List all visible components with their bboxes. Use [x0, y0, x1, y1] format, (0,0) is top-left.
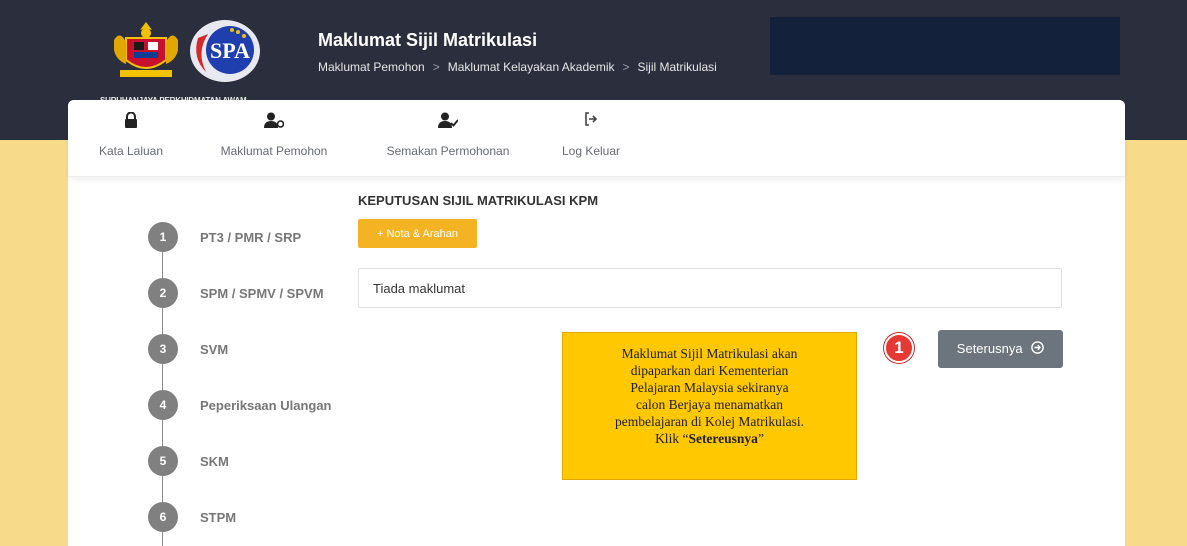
note-line: dipaparkan dari Kementerian [630, 363, 789, 378]
breadcrumb-item: Sijil Matrikulasi [637, 60, 717, 74]
breadcrumb: Maklumat Pemohon > Maklumat Kelayakan Akad… [318, 60, 778, 78]
nav-maklumat-pemohon[interactable]: Maklumat Pemohon [208, 100, 340, 177]
lock-icon [76, 112, 186, 130]
step-label: STPM [200, 510, 237, 525]
step-connector [162, 364, 163, 390]
note-line: Klik “Setereusnya” [563, 430, 856, 447]
nav-log-keluar[interactable]: Log Keluar [556, 100, 626, 177]
spa-logo: SPA [190, 20, 260, 82]
step-label: SKM [200, 454, 229, 469]
nav-label: Kata Laluan [98, 144, 164, 158]
page-title: Maklumat Sijil Matrikulasi [318, 30, 538, 50]
logo-area: SPA SURUHANJAYA PERKHIDMATAN AWAM [100, 14, 270, 105]
step-number: 3 [148, 334, 178, 364]
step-label: SVM [200, 342, 229, 357]
step-number: 6 [148, 502, 178, 532]
breadcrumb-item[interactable]: Maklumat Kelayakan Akademik [448, 60, 615, 74]
step-number: 4 [148, 390, 178, 420]
nav-kata-laluan[interactable]: Kata Laluan [76, 100, 186, 177]
step-item[interactable]: 5 SKM [148, 446, 368, 476]
note-line: calon Berjaya menamatkan [636, 397, 783, 412]
note-click-target: Setereusnya [688, 431, 758, 446]
step-badge: 1 [884, 333, 914, 363]
nav-semakan-permohonan[interactable]: Semakan Permohonan [373, 100, 523, 177]
seterusnya-button[interactable]: Seterusnya [938, 330, 1063, 368]
step-item[interactable]: 6 STPM [148, 502, 368, 532]
nav-label: Log Keluar [561, 144, 621, 158]
step-label: SPM / SPMV / SPVM [200, 286, 324, 301]
circle-arrow-right-icon [1031, 331, 1044, 369]
note-line: Maklumat Sijil Matrikulasi akan [621, 346, 798, 361]
step-number: 1 [148, 222, 178, 252]
info-text: Tiada maklumat [373, 281, 465, 296]
step-item[interactable]: 2 SPM / SPMV / SPVM [148, 278, 368, 308]
nota-arahan-button[interactable]: + Nota & Arahan [358, 219, 477, 248]
redacted-area [770, 17, 1120, 75]
step-label: Peperiksaan Ulangan [200, 398, 332, 413]
svg-text:SPA: SPA [210, 38, 250, 63]
step-item[interactable]: 3 SVM [148, 334, 368, 364]
step-item[interactable]: 1 PT3 / PMR / SRP [148, 222, 368, 252]
note-line: Pelajaran Malaysia sekiranya [630, 380, 789, 395]
step-connector [162, 476, 163, 502]
sign-out-icon [556, 112, 626, 130]
user-check-icon [373, 112, 523, 130]
note-click-suffix: ” [757, 431, 764, 446]
step-connector [162, 252, 163, 278]
next-button-label: Seterusnya [956, 341, 1023, 356]
breadcrumb-separator: > [622, 60, 630, 74]
step-number: 2 [148, 278, 178, 308]
section-title: KEPUTUSAN SIJIL MATRIKULASI KPM [358, 193, 599, 208]
instruction-note: Maklumat Sijil Matrikulasi akan dipapark… [562, 332, 857, 480]
step-connector [162, 532, 163, 546]
info-box: Tiada maklumat [358, 268, 1062, 308]
nav-label: Maklumat Pemohon [220, 144, 328, 158]
coat-of-arms-logo [114, 22, 178, 77]
top-nav: Kata Laluan Maklumat Pemohon Semakan Per… [68, 100, 1125, 177]
note-click-prefix: Klik “ [655, 431, 689, 446]
step-label: PT3 / PMR / SRP [200, 230, 302, 245]
nav-label: Semakan Permohonan [386, 144, 510, 158]
breadcrumb-separator: > [432, 60, 440, 74]
step-item[interactable]: 4 Peperiksaan Ulangan [148, 390, 368, 420]
breadcrumb-item[interactable]: Maklumat Pemohon [318, 60, 425, 74]
note-line: pembelajaran di Kolej Matrikulasi. [615, 414, 804, 429]
user-info-icon [208, 112, 340, 130]
step-connector [162, 420, 163, 446]
step-number: 5 [148, 446, 178, 476]
step-connector [162, 308, 163, 334]
